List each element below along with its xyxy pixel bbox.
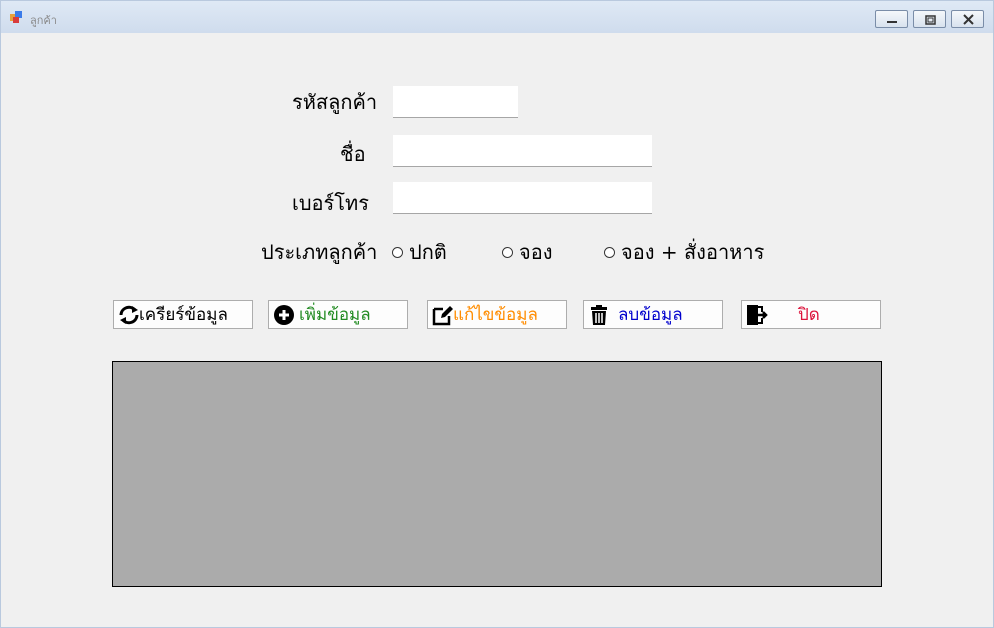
close-button-label: ปิด: [798, 305, 820, 325]
name-input[interactable]: [393, 135, 652, 167]
radio-circle-icon: [502, 246, 513, 258]
exit-door-icon: [747, 305, 768, 325]
customer-type-label: ประเภทลูกค้า: [261, 240, 378, 264]
refresh-icon: [119, 305, 139, 325]
radio-booking-food[interactable]: จอง + สั่งอาหาร: [604, 240, 764, 264]
radio-circle-icon: [392, 246, 403, 258]
add-button[interactable]: เพิ่มข้อมูล: [268, 300, 408, 329]
radio-booking[interactable]: จอง: [502, 240, 553, 264]
phone-label: เบอร์โทร: [292, 191, 369, 215]
radio-booking-label: จอง: [519, 240, 553, 264]
clear-button[interactable]: เครียร์ข้อมูล: [113, 300, 253, 329]
name-label: ชื่อ: [340, 142, 366, 166]
restore-icon: [925, 15, 936, 25]
close-button[interactable]: ปิด: [741, 300, 881, 329]
window-title: ลูกค้า: [30, 14, 57, 27]
add-button-label: เพิ่มข้อมูล: [299, 305, 371, 325]
radio-booking-food-label: จอง + สั่งอาหาร: [621, 240, 765, 264]
radio-normal[interactable]: ปกติ: [392, 240, 447, 264]
title-bar[interactable]: ลูกค้า: [1, 1, 993, 33]
clear-button-label: เครียร์ข้อมูล: [139, 305, 228, 325]
trash-icon: [591, 305, 607, 325]
customer-data-grid[interactable]: [112, 361, 882, 587]
minimize-icon: [887, 21, 897, 23]
delete-button[interactable]: ลบข้อมูล: [583, 300, 723, 329]
close-window-button[interactable]: [951, 10, 984, 28]
edit-button[interactable]: แก้ไขข้อมูล: [427, 300, 567, 329]
minimize-button[interactable]: [875, 10, 908, 28]
close-icon: [963, 14, 974, 25]
edit-icon: [432, 306, 453, 326]
app-icon: [10, 11, 22, 23]
delete-button-label: ลบข้อมูล: [618, 305, 683, 325]
customer-id-input[interactable]: [393, 86, 518, 118]
plus-circle-icon: [274, 305, 294, 325]
phone-input[interactable]: [393, 182, 652, 214]
radio-circle-icon: [604, 246, 615, 258]
customer-id-label: รหัสลูกค้า: [292, 90, 378, 114]
maximize-button[interactable]: [913, 10, 946, 28]
customer-window: ลูกค้า รหัสลูกค้า ชื่อ เบอร์โทร ประเภทลู…: [0, 0, 994, 628]
edit-button-label: แก้ไขข้อมูล: [453, 305, 538, 325]
radio-normal-label: ปกติ: [409, 240, 447, 264]
